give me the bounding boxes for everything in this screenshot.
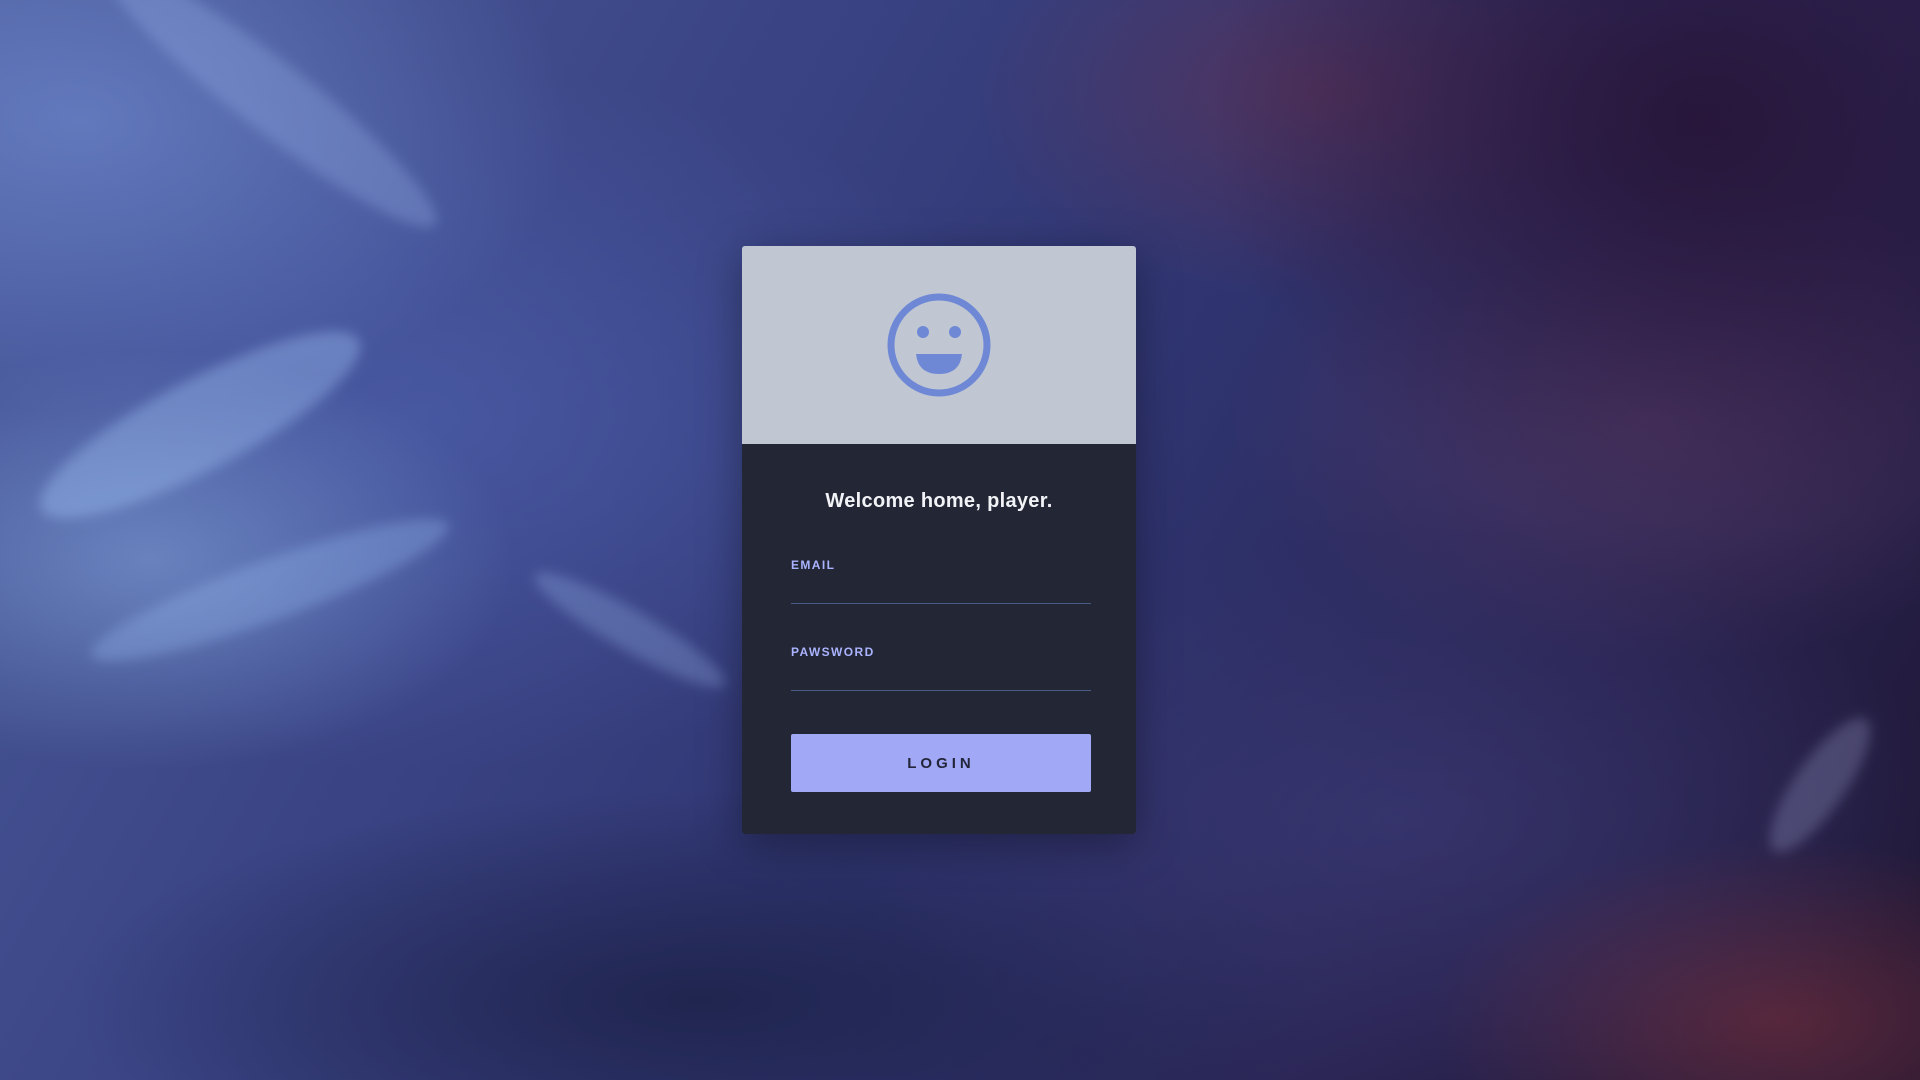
nebula-highlight <box>1753 705 1887 865</box>
nebula-highlight <box>82 0 458 252</box>
login-card: Welcome home, player. EMAIL PAWSWORD LOG… <box>742 246 1136 834</box>
nebula-highlight <box>19 300 381 550</box>
email-field[interactable] <box>791 574 1091 604</box>
password-field[interactable] <box>791 661 1091 691</box>
nebula-highlight <box>81 496 459 684</box>
password-label: PAWSWORD <box>791 645 875 659</box>
login-form: Welcome home, player. EMAIL PAWSWORD LOG… <box>742 444 1136 834</box>
login-card-header <box>742 246 1136 444</box>
smiley-face-icon <box>887 293 991 397</box>
email-label: EMAIL <box>791 558 836 572</box>
login-button[interactable]: LOGIN <box>791 734 1091 792</box>
nebula-highlight <box>524 557 736 703</box>
welcome-heading: Welcome home, player. <box>825 490 1053 512</box>
